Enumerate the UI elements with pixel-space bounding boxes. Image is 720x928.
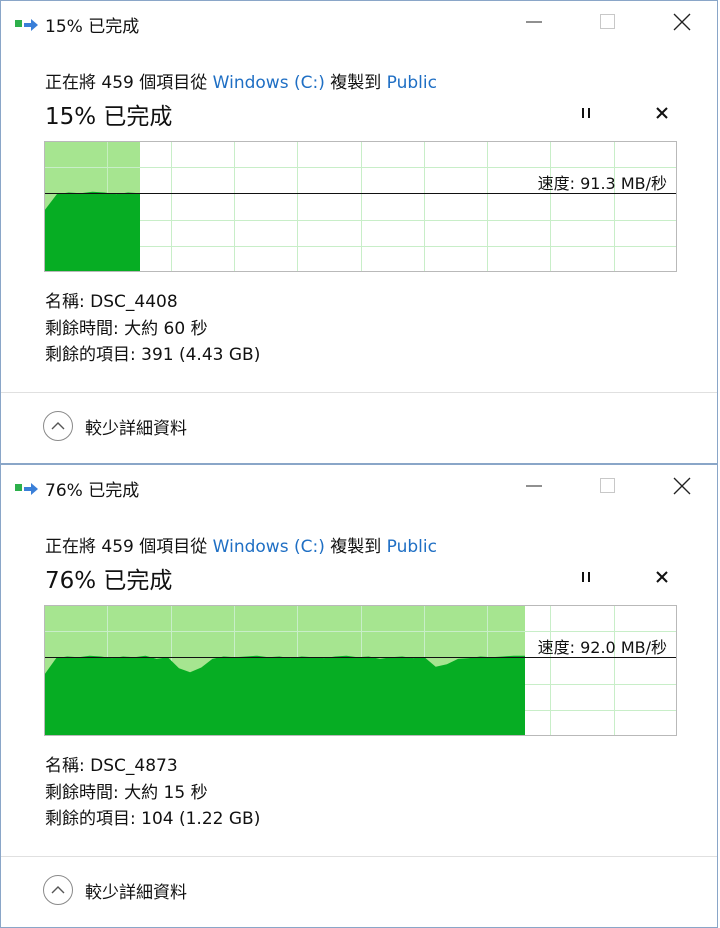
- fewer-details-label: 較少詳細資料: [85, 882, 187, 903]
- details-panel: 名稱: DSC_4408 剩餘時間: 大約 60 秒 剩餘的項目: 391 (4…: [45, 289, 260, 369]
- fewer-details-toggle[interactable]: 較少詳細資料: [43, 875, 187, 905]
- copy-prefix: 正在將 459 個項目從: [45, 537, 213, 557]
- fewer-details-label: 較少詳細資料: [85, 418, 187, 439]
- maximize-icon: [599, 13, 617, 35]
- copy-middle: 複製到: [324, 537, 387, 557]
- fewer-details-toggle[interactable]: 較少詳細資料: [43, 411, 187, 441]
- close-button[interactable]: [645, 465, 719, 511]
- divider: [1, 856, 717, 857]
- chevron-up-icon: [43, 875, 73, 905]
- minimize-icon: [525, 477, 543, 499]
- close-icon: [673, 13, 691, 35]
- maximize-icon: [599, 477, 617, 499]
- close-button[interactable]: [645, 1, 719, 47]
- pause-icon: [579, 105, 593, 124]
- copy-description: 正在將 459 個項目從 Windows (C:) 複製到 Public: [45, 68, 437, 93]
- destination-link[interactable]: Public: [387, 73, 437, 93]
- window-title: 76% 已完成: [45, 481, 140, 501]
- copy-prefix: 正在將 459 個項目從: [45, 73, 213, 93]
- speed-chart-svg: [44, 605, 677, 736]
- source-link[interactable]: Windows (C:): [213, 73, 325, 93]
- cancel-button[interactable]: [649, 565, 675, 591]
- divider: [1, 392, 717, 393]
- details-panel: 名稱: DSC_4873 剩餘時間: 大約 15 秒 剩餘的項目: 104 (1…: [45, 753, 260, 833]
- cancel-icon: [655, 105, 669, 124]
- cancel-button[interactable]: [649, 101, 675, 127]
- pause-icon: [579, 569, 593, 588]
- title-bar[interactable]: 76% 已完成: [1, 465, 717, 511]
- file-copy-icon: [15, 17, 39, 31]
- throughput-area: [45, 191, 140, 271]
- file-name: 名稱: DSC_4873: [45, 756, 178, 776]
- file-name: 名稱: DSC_4408: [45, 292, 178, 312]
- minimize-icon: [525, 13, 543, 35]
- copy-middle: 複製到: [324, 73, 387, 93]
- items-remaining: 剩餘的項目: 391 (4.43 GB): [45, 345, 261, 365]
- percent-complete: 15% 已完成: [45, 104, 173, 130]
- chevron-up-icon: [43, 411, 73, 441]
- speed-label: 速度: 91.3 MB/秒: [537, 173, 667, 193]
- window-title: 15% 已完成: [45, 17, 140, 37]
- speed-chart-svg: [44, 141, 677, 272]
- close-icon: [673, 477, 691, 499]
- pause-button[interactable]: [573, 565, 599, 591]
- copy-dialog-1: 15% 已完成 正在將 459 個項目從 Windows (C:) 複製到 Pu…: [0, 0, 718, 464]
- maximize-button[interactable]: [571, 1, 645, 47]
- time-remaining: 剩餘時間: 大約 60 秒: [45, 318, 208, 339]
- minimize-button[interactable]: [497, 465, 571, 511]
- copy-dialog-2: 76% 已完成 正在將 459 個項目從 Windows (C:) 複製到 Pu…: [0, 464, 718, 928]
- copy-description: 正在將 459 個項目從 Windows (C:) 複製到 Public: [45, 532, 437, 557]
- percent-complete: 76% 已完成: [45, 568, 173, 594]
- throughput-area: [45, 655, 525, 735]
- source-link[interactable]: Windows (C:): [213, 537, 325, 557]
- maximize-button[interactable]: [571, 465, 645, 511]
- speed-label: 速度: 92.0 MB/秒: [537, 637, 667, 657]
- pause-button[interactable]: [573, 101, 599, 127]
- destination-link[interactable]: Public: [387, 537, 437, 557]
- file-copy-icon: [15, 481, 39, 495]
- minimize-button[interactable]: [497, 1, 571, 47]
- speed-chart: 速度: 91.3 MB/秒: [44, 141, 677, 272]
- title-bar[interactable]: 15% 已完成: [1, 1, 717, 47]
- speed-chart: 速度: 92.0 MB/秒: [44, 605, 677, 736]
- cancel-icon: [655, 569, 669, 588]
- time-remaining: 剩餘時間: 大約 15 秒: [45, 782, 208, 803]
- items-remaining: 剩餘的項目: 104 (1.22 GB): [45, 809, 261, 829]
